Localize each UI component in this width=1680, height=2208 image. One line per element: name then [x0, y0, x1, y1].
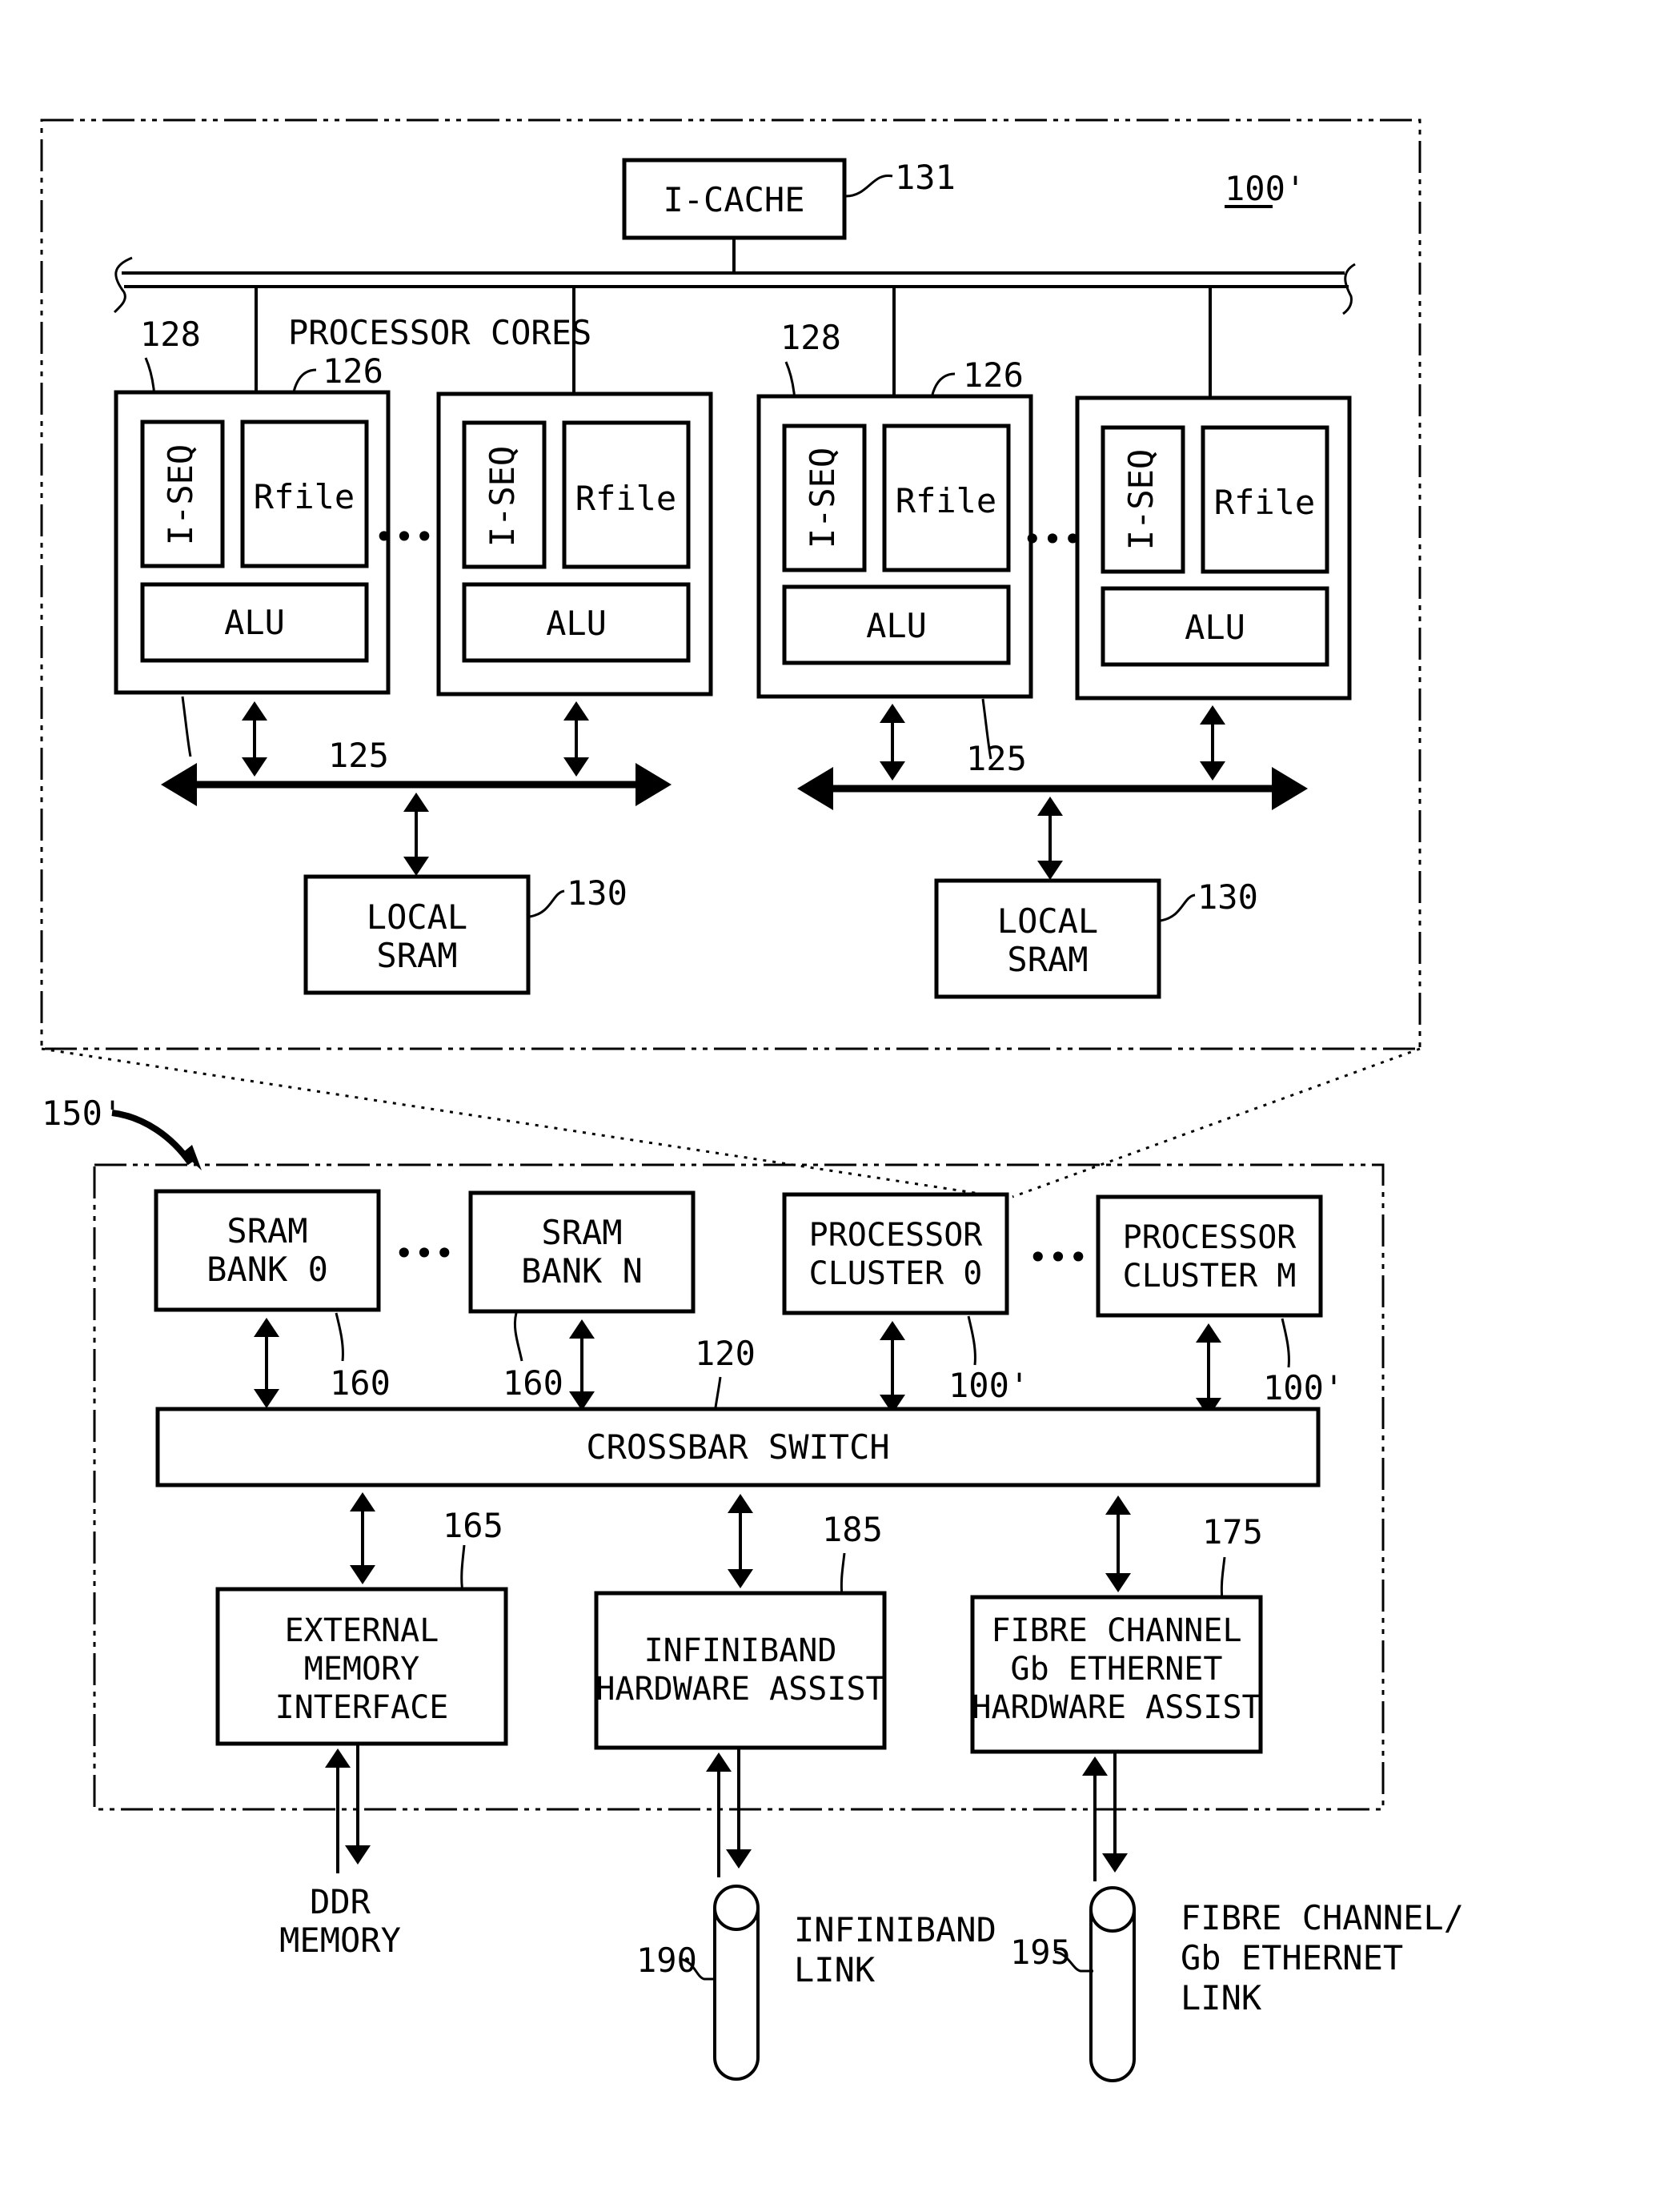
- fc-assist-line2: Gb ETHERNET: [1011, 1651, 1223, 1688]
- sram-bank-line1: SRAM: [541, 1213, 622, 1252]
- local-sram-ref: 130: [1197, 877, 1258, 917]
- core-group-left: 128 126 I-SEQ Rfile ALU ••• I-SEQ Rfile …: [114, 288, 713, 995]
- iseq-label: I-SEQ: [1121, 449, 1161, 550]
- alu-label: ALU: [1185, 608, 1245, 647]
- processor-cluster-ref: 100': [948, 1366, 1029, 1405]
- rfile-label: Rfile: [1214, 483, 1315, 522]
- ddr-line2: MEMORY: [279, 1921, 401, 1960]
- infiniband-link-cylinder: [713, 1885, 760, 2081]
- iseq-label: I-SEQ: [483, 446, 522, 547]
- ib-assist-line2: HARDWARE ASSIST: [595, 1671, 884, 1708]
- sram-bank-ref: 160: [330, 1363, 391, 1403]
- iseq-ref: 128: [140, 315, 201, 354]
- processor-cluster-box: [782, 1192, 1009, 1315]
- icache-label: I-CACHE: [663, 180, 804, 219]
- iseq-label: I-SEQ: [161, 444, 200, 545]
- processor-cluster-line1: PROCESSOR: [809, 1217, 984, 1254]
- processor-cluster-ref-leader: [1281, 1318, 1290, 1368]
- sram-bank-ref: 160: [503, 1363, 563, 1403]
- system-ref-arrow: [111, 1110, 194, 1166]
- rfile-label: Rfile: [896, 481, 996, 520]
- cluster-ellipsis: •••: [1028, 1238, 1089, 1277]
- rfile-ref: 126: [323, 351, 383, 391]
- sram-bank-line1: SRAM: [227, 1211, 307, 1251]
- processor-cluster-ref: 100': [1263, 1368, 1344, 1407]
- bus-ref: 125: [966, 739, 1027, 778]
- fc-link-line1: FIBRE CHANNEL/: [1181, 1898, 1464, 1937]
- memif-ref: 165: [443, 1506, 503, 1545]
- crossbar-switch-label: CROSSBAR SWITCH: [586, 1427, 889, 1467]
- local-sram-line2: SRAM: [1007, 940, 1088, 979]
- rfile-label: Rfile: [254, 477, 355, 516]
- core-group-right: 128 126 I-SEQ Rfile ALU ••• I-SEQ Rfile …: [756, 288, 1352, 999]
- rfile-label: Rfile: [575, 479, 676, 518]
- projection-line-left: [41, 1047, 1001, 1198]
- processor-cluster-line2: CLUSTER M: [1123, 1258, 1297, 1295]
- fc-link-line3: LINK: [1181, 1978, 1262, 2017]
- iseq-label: I-SEQ: [803, 448, 842, 548]
- rfile-ref: 126: [963, 355, 1024, 395]
- bus-break-right: [1342, 263, 1356, 315]
- sram-bank-line2: BANK N: [521, 1251, 643, 1291]
- sram-bank-ref-leader: [513, 1312, 523, 1362]
- memif-line3: INTERFACE: [275, 1689, 449, 1726]
- core-ellipsis: •••: [374, 517, 435, 556]
- bus-ref-leader: [181, 696, 192, 757]
- fc-assist-ref: 175: [1202, 1512, 1263, 1552]
- fc-assist-line3: HARDWARE ASSIST: [972, 1689, 1261, 1726]
- local-sram-line1: LOCAL: [367, 897, 467, 937]
- icache-ref-leader: [845, 174, 893, 198]
- crossbar-ref: 120: [695, 1334, 756, 1373]
- memif-ref-leader: [460, 1544, 466, 1592]
- processor-cluster-box: [1096, 1194, 1323, 1318]
- ib-link-line2: LINK: [794, 1950, 876, 1989]
- iseq-ref: 128: [780, 318, 841, 357]
- processor-cluster-detail: 100' I-CACHE 131 PROCESSOR CORES 128 126…: [40, 118, 1421, 1050]
- alu-label: ALU: [546, 604, 607, 643]
- sram-bank-ref-leader: [335, 1312, 344, 1362]
- local-sram-ref-leader: [529, 889, 565, 918]
- memif-line2: MEMORY: [304, 1651, 420, 1688]
- fc-link-ref: 195: [1010, 1933, 1071, 1972]
- bus-ref: 125: [328, 736, 389, 775]
- sram-bank-line2: BANK 0: [206, 1250, 328, 1289]
- ddr-line1: DDR: [310, 1882, 371, 1921]
- alu-label: ALU: [224, 603, 285, 642]
- local-sram-line1: LOCAL: [997, 901, 1098, 941]
- ib-link-line1: INFINIBAND: [794, 1910, 996, 1949]
- processor-cluster-ref-leader: [967, 1315, 976, 1366]
- ib-assist-ref-leader: [840, 1552, 846, 1596]
- local-sram-ref: 130: [567, 873, 627, 913]
- sram-ellipsis: •••: [394, 1234, 455, 1273]
- processor-cluster-line1: PROCESSOR: [1123, 1219, 1297, 1256]
- fc-link-cylinder: [1089, 1886, 1136, 2082]
- core-ellipsis: •••: [1022, 520, 1083, 559]
- processor-cores-label: PROCESSOR CORES: [288, 313, 591, 352]
- system-ref: 150': [42, 1094, 122, 1133]
- local-sram-ref-leader: [1160, 893, 1196, 922]
- system-overview: 150' SRAM BANK 0 160 ••• SRAM BANK N 160…: [42, 1094, 1385, 1811]
- fc-assist-ref-leader: [1220, 1556, 1226, 1600]
- cluster-detail-ref: 100': [1225, 169, 1305, 208]
- projection-line-right: [1012, 1047, 1421, 1198]
- ib-link-ref: 190: [636, 1941, 697, 1980]
- ib-assist-line1: INFINIBAND: [644, 1632, 837, 1669]
- fc-link-line2: Gb ETHERNET: [1181, 1938, 1403, 1977]
- alu-label: ALU: [866, 606, 927, 645]
- ib-assist-ref: 185: [822, 1510, 883, 1549]
- fc-assist-line1: FIBRE CHANNEL: [991, 1612, 1241, 1649]
- icache-ref: 131: [895, 158, 956, 197]
- local-sram-line2: SRAM: [376, 936, 457, 975]
- external-connections: DDR MEMORY 190 INFINIBAND LINK 195 FIBRE…: [279, 1744, 1464, 2082]
- memif-line1: EXTERNAL: [285, 1612, 439, 1649]
- block-diagram: 100' I-CACHE 131 PROCESSOR CORES 128 126…: [40, 118, 1464, 2082]
- processor-cluster-line2: CLUSTER 0: [809, 1255, 983, 1292]
